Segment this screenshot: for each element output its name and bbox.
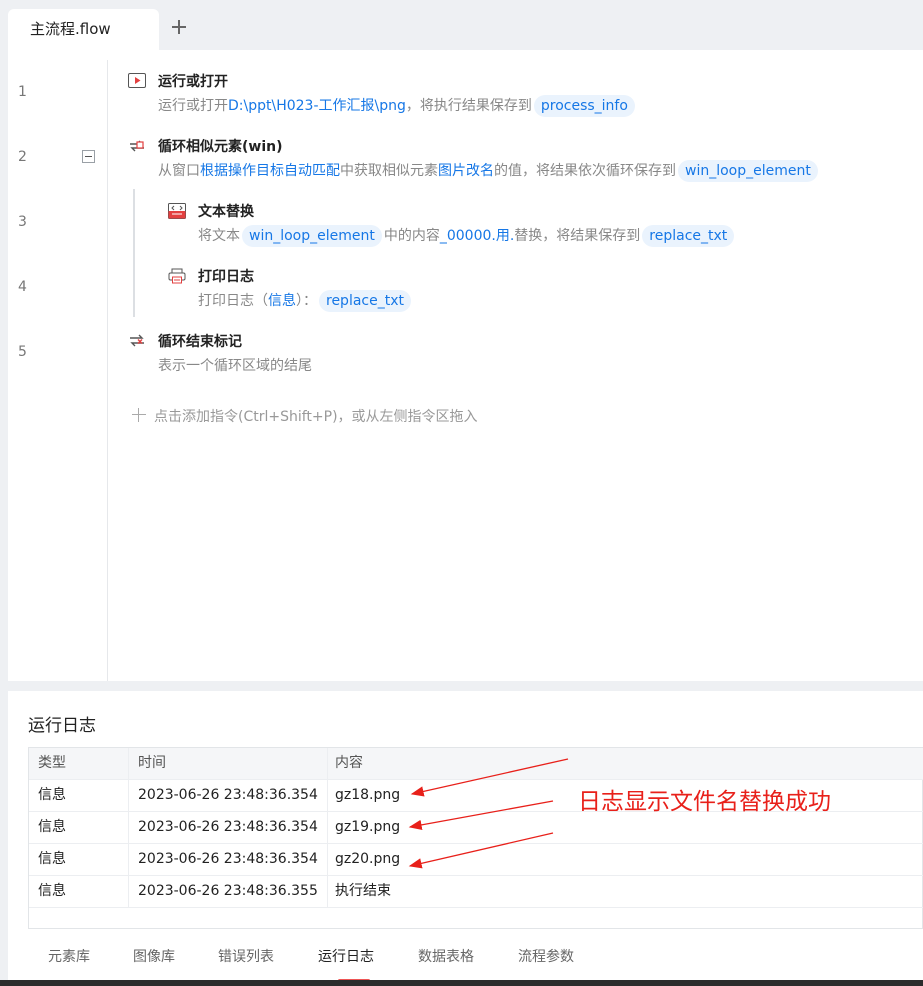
annotation-text: 日志显示文件名替换成功 (578, 789, 831, 815)
annotation-arrow (408, 832, 554, 869)
annotation-arrows (408, 758, 569, 869)
annotation-arrow (410, 758, 569, 797)
annotation-arrow (408, 800, 554, 831)
